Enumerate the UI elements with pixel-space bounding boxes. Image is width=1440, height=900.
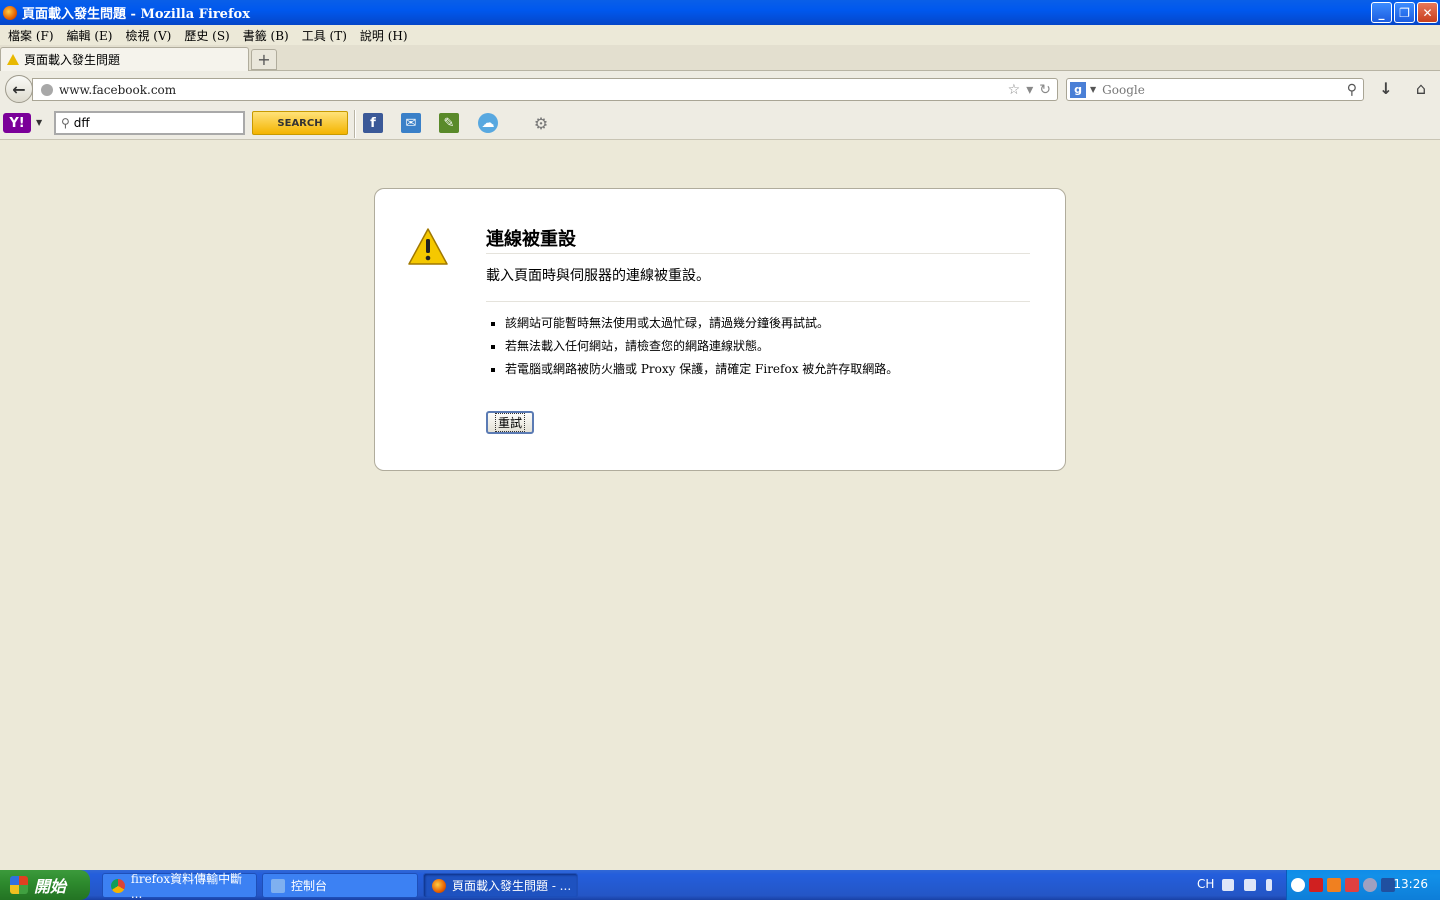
menu-file[interactable]: 檔案 (F) (3, 27, 62, 44)
menu-bookmarks[interactable]: 書籤 (B) (238, 27, 297, 44)
start-label: 開始 (34, 877, 67, 896)
retry-button-label: 重試 (494, 413, 525, 432)
search-icon[interactable]: ⚲ (1347, 82, 1357, 98)
menu-tools[interactable]: 工具 (T) (297, 27, 355, 44)
list-item: 該網站可能暫時無法使用或太過忙碌，請過幾分鐘後再試試。 (505, 315, 1025, 338)
error-panel: 連線被重設 載入頁面時與伺服器的連線被重設。 該網站可能暫時無法使用或太過忙碌，… (374, 188, 1066, 471)
yahoo-logo[interactable]: Y! (3, 113, 31, 133)
search-bar[interactable]: g ▼ Google ⚲ (1066, 78, 1364, 101)
error-description: 載入頁面時與伺服器的連線被重設。 (486, 265, 1030, 302)
network-icon[interactable] (1363, 878, 1377, 892)
yahoo-search-box[interactable]: ⚲ (54, 111, 245, 135)
mail-icon[interactable]: ✉ (401, 113, 421, 133)
warning-icon (408, 228, 448, 265)
yahoo-dropdown-icon[interactable]: ▼ (36, 118, 42, 127)
menu-bar: 檔案 (F) 編輯 (E) 檢視 (V) 歷史 (S) 書籤 (B) 工具 (T… (0, 25, 1440, 45)
page-content: 連線被重設 載入頁面時與伺服器的連線被重設。 該網站可能暫時無法使用或太過忙碌，… (0, 140, 1440, 870)
search-icon: ⚲ (61, 116, 70, 130)
taskbar: 開始 firefox資料傳輸中斷 ... 控制台 頁面載入發生問題 - ... … (0, 870, 1440, 900)
tab-strip: 頁面載入發生問題 + (0, 45, 1440, 71)
language-indicator[interactable]: CH (1197, 877, 1214, 891)
yahoo-toolbar: Y! ▼ ⚲ SEARCH f ✉ ✎ ☁ ⚙ (0, 107, 1440, 140)
back-arrow-icon: ← (12, 79, 26, 99)
ime-options-icon[interactable] (1266, 879, 1272, 891)
search-engine-dropdown-icon[interactable]: ▼ (1090, 85, 1096, 94)
history-dropdown-icon[interactable]: ▾ (1026, 82, 1033, 98)
window-titlebar[interactable]: 頁面載入發生問題 - Mozilla Firefox _ ❐ ✕ (0, 0, 1440, 25)
taskbar-item-label: 控制台 (291, 879, 328, 893)
clock[interactable]: 13:26 (1393, 877, 1428, 891)
list-item: 若無法載入任何網站，請檢查您的網路連線狀態。 (505, 338, 1025, 361)
error-suggestions: 該網站可能暫時無法使用或太過忙碌，請過幾分鐘後再試試。 若無法載入任何網站，請檢… (505, 315, 1025, 384)
show-hidden-icons-icon[interactable] (1291, 878, 1305, 892)
url-actions: ☆ ▾ ↻ (1008, 82, 1051, 98)
close-button[interactable]: ✕ (1417, 2, 1438, 23)
menu-edit[interactable]: 編輯 (E) (62, 27, 121, 44)
taskbar-item-firefox[interactable]: 頁面載入發生問題 - ... (423, 873, 578, 898)
retry-button[interactable]: 重試 (486, 411, 534, 434)
reload-icon[interactable]: ↻ (1039, 82, 1051, 98)
download-icon[interactable]: ↓ (1376, 79, 1396, 99)
url-bar[interactable]: www.facebook.com ☆ ▾ ↻ (32, 78, 1058, 101)
keyboard-icon[interactable] (1222, 879, 1234, 891)
window-title: 頁面載入發生問題 - Mozilla Firefox (22, 7, 250, 22)
search-input[interactable]: Google (1102, 83, 1347, 97)
home-icon[interactable]: ⌂ (1411, 79, 1431, 99)
navigation-bar: www.facebook.com ☆ ▾ ↻ ← g ▼ Google ⚲ ↓ … (0, 71, 1440, 107)
start-button[interactable]: 開始 (0, 870, 90, 900)
weather-icon[interactable]: ☁ (478, 113, 498, 133)
toolbar-separator (354, 110, 356, 138)
url-text[interactable]: www.facebook.com (59, 83, 1008, 97)
menu-help[interactable]: 說明 (H) (355, 27, 416, 44)
minimize-button[interactable]: _ (1371, 2, 1392, 23)
menu-history[interactable]: 歷史 (S) (179, 27, 237, 44)
firefox-icon (3, 5, 17, 20)
taskbar-item-label: 頁面載入發生問題 - ... (452, 879, 572, 893)
bookmark-star-icon[interactable]: ☆ (1008, 82, 1021, 98)
google-icon[interactable]: g (1070, 81, 1086, 98)
list-item: 若電腦或網路被防火牆或 Proxy 保護，請確定 Firefox 被允許存取網路… (505, 361, 1025, 384)
tab-active[interactable]: 頁面載入發生問題 (0, 47, 249, 71)
error-title: 連線被重設 (486, 225, 1030, 254)
taskbar-item-chrome[interactable]: firefox資料傳輸中斷 ... (102, 872, 257, 900)
app-tray-icon[interactable] (1327, 878, 1341, 892)
notes-icon[interactable]: ✎ (439, 113, 459, 133)
help-icon[interactable] (1244, 879, 1256, 891)
acrobat-icon[interactable] (1309, 878, 1323, 892)
yahoo-search-input[interactable] (73, 116, 234, 130)
windows-logo-icon (10, 876, 28, 894)
menu-view[interactable]: 檢視 (V) (120, 27, 179, 44)
warning-icon (7, 54, 19, 65)
gear-icon[interactable]: ⚙ (531, 114, 551, 134)
yahoo-search-button[interactable]: SEARCH (252, 111, 348, 135)
system-tray: 13:26 (1286, 870, 1440, 900)
facebook-icon[interactable]: f (363, 113, 383, 133)
security-icon[interactable] (1345, 878, 1359, 892)
control-panel-icon (271, 878, 285, 893)
new-tab-button[interactable]: + (251, 49, 277, 70)
tab-label: 頁面載入發生問題 (24, 53, 121, 67)
window-controls: _ ❐ ✕ (1371, 2, 1438, 23)
chrome-icon (111, 878, 125, 893)
firefox-icon (432, 878, 446, 893)
restore-button[interactable]: ❐ (1394, 2, 1415, 23)
globe-icon (41, 83, 53, 96)
back-button[interactable]: ← (5, 75, 33, 103)
taskbar-item-label: firefox資料傳輸中斷 ... (130, 872, 243, 900)
taskbar-item-control-panel[interactable]: 控制台 (262, 873, 418, 898)
